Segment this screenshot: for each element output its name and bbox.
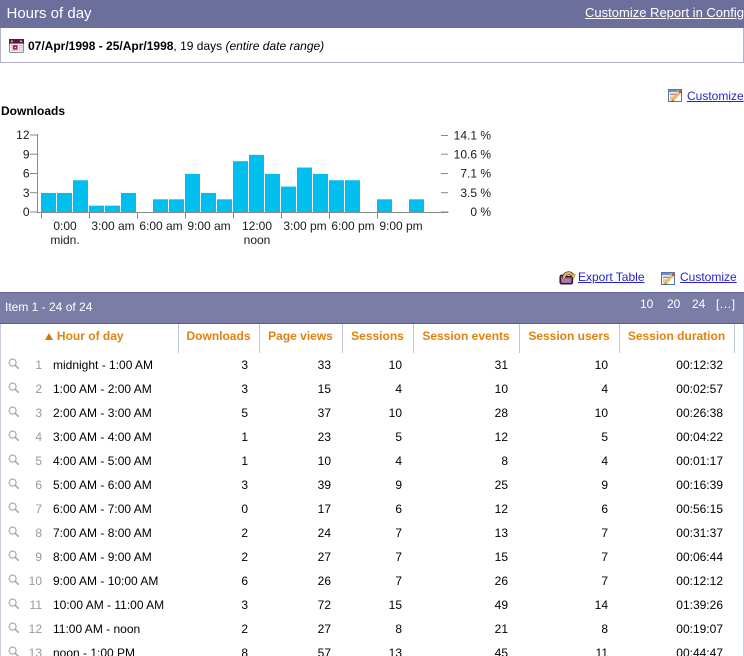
svg-text:9:00 pm: 9:00 pm	[379, 219, 422, 233]
svg-text:10.6 %: 10.6 %	[454, 147, 492, 161]
svg-text:12:00: 12:00	[242, 219, 272, 233]
svg-text:9: 9	[23, 147, 30, 161]
svg-text:3:00 am: 3:00 am	[91, 219, 134, 233]
svg-text:3: 3	[23, 186, 30, 200]
svg-text:14.1 %: 14.1 %	[454, 129, 492, 143]
svg-text:0 %: 0 %	[470, 205, 491, 219]
svg-text:9:00 am: 9:00 am	[187, 219, 230, 233]
svg-text:0:00: 0:00	[53, 219, 77, 233]
svg-text:12: 12	[16, 128, 30, 142]
svg-text:6:00 am: 6:00 am	[139, 219, 182, 233]
svg-text:noon: noon	[244, 233, 271, 247]
svg-text:6:00 pm: 6:00 pm	[331, 219, 374, 233]
svg-text:0: 0	[23, 205, 30, 219]
svg-text:3.5 %: 3.5 %	[460, 186, 491, 200]
svg-text:3:00 pm: 3:00 pm	[283, 219, 326, 233]
svg-text:7.1 %: 7.1 %	[460, 167, 491, 181]
svg-text:6: 6	[23, 167, 30, 181]
svg-text:midn.: midn.	[50, 233, 79, 247]
